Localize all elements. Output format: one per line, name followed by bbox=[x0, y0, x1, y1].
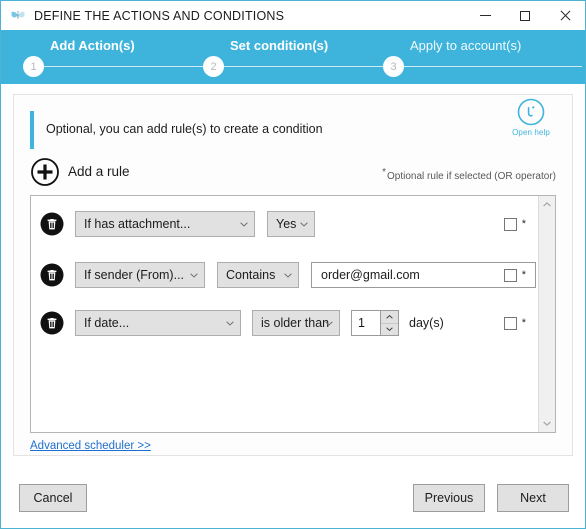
chevron-down-icon bbox=[284, 273, 292, 278]
rules-scrollbar[interactable] bbox=[538, 196, 555, 432]
table-row: If sender (From)... Contains order@gmail… bbox=[31, 260, 538, 290]
maximize-icon bbox=[520, 10, 530, 21]
step-2-connector bbox=[222, 66, 405, 67]
rules-list-box: If has attachment... Yes * If sender (Fr… bbox=[30, 195, 556, 433]
wizard-stepper: 1 Add Action(s) 2 Set condition(s) 3 App… bbox=[1, 30, 585, 84]
advanced-scheduler-link[interactable]: Advanced scheduler >> bbox=[30, 440, 151, 452]
checkbox-icon[interactable] bbox=[503, 268, 517, 282]
butterfly-icon bbox=[10, 8, 26, 24]
rule-3-optional-toggle[interactable]: * bbox=[503, 316, 526, 330]
step-2-label: Set condition(s) bbox=[230, 38, 329, 53]
rule-2-optional-toggle[interactable]: * bbox=[503, 268, 526, 282]
plus-circle-icon[interactable] bbox=[30, 157, 60, 187]
rules-list: If has attachment... Yes * If sender (Fr… bbox=[31, 196, 538, 432]
dialog-body: Optional, you can add rule(s) to create … bbox=[1, 84, 585, 470]
rule-1-optional-asterisk: * bbox=[521, 217, 526, 230]
maximize-button[interactable] bbox=[505, 1, 545, 30]
chevron-up-icon[interactable] bbox=[539, 196, 555, 213]
trash-icon[interactable] bbox=[39, 310, 65, 336]
chevron-down-icon bbox=[300, 222, 308, 227]
add-rule-label[interactable]: Add a rule bbox=[68, 164, 130, 179]
chevron-down-icon[interactable] bbox=[539, 415, 555, 432]
rule-1-operator-select[interactable]: Yes bbox=[267, 211, 315, 237]
rule-3-field-value: If date... bbox=[84, 316, 130, 330]
step-3-connector bbox=[402, 66, 582, 67]
rule-3-optional-asterisk: * bbox=[521, 316, 526, 329]
rule-3-units-label: day(s) bbox=[409, 316, 444, 330]
chevron-down-icon bbox=[325, 321, 333, 326]
chevron-down-icon bbox=[226, 321, 234, 326]
previous-button[interactable]: Previous bbox=[413, 484, 485, 512]
rule-1-field-select[interactable]: If has attachment... bbox=[75, 211, 255, 237]
trash-icon[interactable] bbox=[39, 262, 65, 288]
step-1-label: Add Action(s) bbox=[50, 38, 135, 53]
rule-1-optional-toggle[interactable]: * bbox=[503, 217, 526, 231]
optional-note-asterisk: * bbox=[382, 167, 387, 178]
checkbox-icon[interactable] bbox=[503, 217, 517, 231]
table-row: If date... is older than 1 day(s) * bbox=[31, 308, 538, 338]
notice-banner: Optional, you can add rule(s) to create … bbox=[30, 111, 556, 149]
rule-1-operator-value: Yes bbox=[276, 217, 297, 231]
rule-2-field-select[interactable]: If sender (From)... bbox=[75, 262, 205, 288]
chevron-down-icon bbox=[190, 273, 198, 278]
open-help-label: Open help bbox=[512, 128, 550, 137]
stepper-down-icon[interactable] bbox=[381, 323, 398, 335]
step-3-number: 3 bbox=[383, 56, 404, 77]
close-icon bbox=[559, 9, 572, 22]
rule-2-value-input[interactable]: order@gmail.com bbox=[311, 262, 536, 288]
rule-3-operator-select[interactable]: is older than bbox=[252, 310, 340, 336]
rule-3-field-select[interactable]: If date... bbox=[75, 310, 241, 336]
notice-accent-bar bbox=[30, 111, 34, 149]
stepper-arrows bbox=[380, 311, 398, 335]
step-1-number: 1 bbox=[23, 56, 44, 77]
checkbox-icon[interactable] bbox=[503, 316, 517, 330]
chevron-down-icon bbox=[240, 222, 248, 227]
rule-2-field-value: If sender (From)... bbox=[84, 268, 185, 282]
rule-3-operator-value: is older than bbox=[261, 316, 330, 330]
rule-2-operator-value: Contains bbox=[226, 268, 276, 282]
rule-2-optional-asterisk: * bbox=[521, 268, 526, 281]
window-controls bbox=[465, 1, 585, 30]
open-help-button[interactable]: Open help bbox=[502, 97, 560, 137]
step-3-label: Apply to account(s) bbox=[410, 38, 522, 53]
minimize-button[interactable] bbox=[465, 1, 505, 30]
title-bar: DEFINE THE ACTIONS AND CONDITIONS bbox=[1, 1, 585, 30]
dialog-window: DEFINE THE ACTIONS AND CONDITIONS 1 Add … bbox=[0, 0, 586, 529]
step-1-connector bbox=[42, 66, 222, 67]
minimize-icon bbox=[479, 15, 491, 16]
table-row: If has attachment... Yes * bbox=[31, 209, 538, 239]
rule-2-value-text: order@gmail.com bbox=[321, 268, 420, 282]
step-2-number: 2 bbox=[203, 56, 224, 77]
close-button[interactable] bbox=[545, 1, 585, 30]
dialog-footer: Cancel Previous Next bbox=[1, 470, 585, 528]
notice-text: Optional, you can add rule(s) to create … bbox=[46, 122, 323, 136]
rule-3-day-value: 1 bbox=[358, 316, 365, 330]
help-circle-icon bbox=[516, 97, 546, 127]
next-button[interactable]: Next bbox=[497, 484, 569, 512]
stepper-up-icon[interactable] bbox=[381, 311, 398, 324]
rule-2-operator-select[interactable]: Contains bbox=[217, 262, 299, 288]
content-panel: Optional, you can add rule(s) to create … bbox=[13, 94, 573, 456]
trash-icon[interactable] bbox=[39, 211, 65, 237]
optional-rule-note: *Optional rule if selected (OR operator) bbox=[382, 167, 556, 182]
rule-1-field-value: If has attachment... bbox=[84, 217, 191, 231]
rule-3-day-stepper[interactable]: 1 bbox=[351, 310, 399, 336]
add-rule-row: Add a rule *Optional rule if selected (O… bbox=[30, 157, 556, 191]
cancel-button[interactable]: Cancel bbox=[19, 484, 87, 512]
optional-note-text: Optional rule if selected (OR operator) bbox=[387, 171, 556, 182]
window-title: DEFINE THE ACTIONS AND CONDITIONS bbox=[34, 8, 285, 23]
